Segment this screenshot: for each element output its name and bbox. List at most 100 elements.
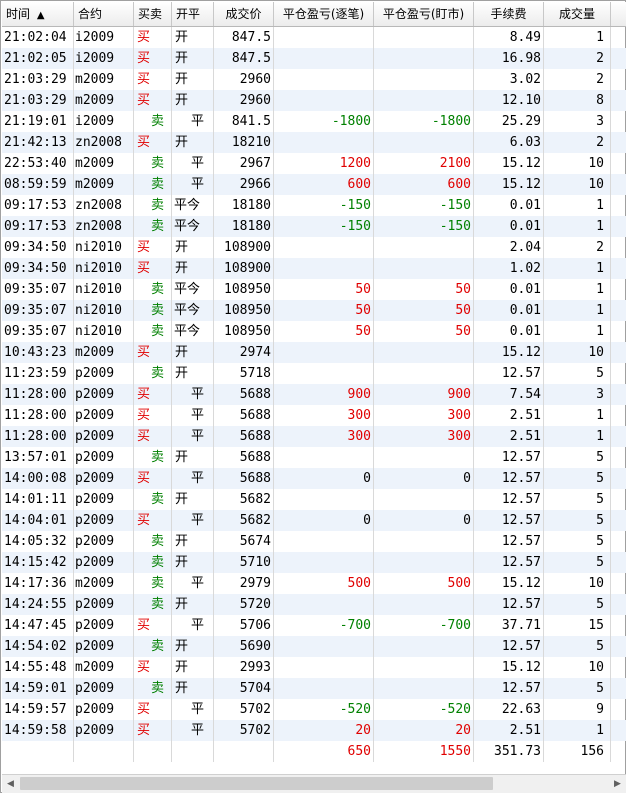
cell-fee: 25.29 <box>474 111 544 132</box>
col-header-volume[interactable]: 成交量 <box>544 2 611 26</box>
table-row[interactable]: 21:02:05 i2009 买开 847.5 16.98 2 <box>2 48 626 69</box>
scroll-left-icon[interactable]: ◀ <box>2 775 19 793</box>
cell-pnl1 <box>274 657 374 678</box>
cell-bs: 买 <box>134 615 172 636</box>
col-header-buysell[interactable]: 买卖 <box>134 2 172 26</box>
cell-pnl2: 900 <box>374 384 474 405</box>
table-row[interactable]: 09:35:07 ni2010 卖平今 108950 50 50 0.01 1 <box>2 300 626 321</box>
scroll-right-icon[interactable]: ▶ <box>609 775 626 793</box>
cell-time: 14:59:57 <box>2 699 74 720</box>
cell-time: 21:03:29 <box>2 90 74 111</box>
cell-pnl2: 50 <box>374 321 474 342</box>
table-row[interactable]: 14:54:02 p2009 卖开 5690 12.57 5 <box>2 636 626 657</box>
scrollbar-thumb[interactable] <box>20 777 493 790</box>
col-header-pnl-market[interactable]: 平仓盈亏(盯市) <box>374 2 474 26</box>
col-header-label: 时间 <box>6 7 31 21</box>
col-header-pnl-trade[interactable]: 平仓盈亏(逐笔) <box>274 2 374 26</box>
cell-contract: i2009 <box>74 111 134 132</box>
table-row[interactable]: 21:03:29 m2009 买开 2960 12.10 8 <box>2 90 626 111</box>
col-header-contract[interactable]: 合约 <box>74 2 134 26</box>
cell-bs: 买 <box>134 27 172 48</box>
table-row[interactable]: 11:28:00 p2009 买平 5688 300 300 2.51 1 <box>2 426 626 447</box>
table-row[interactable]: 09:35:07 ni2010 卖平今 108950 50 50 0.01 1 <box>2 279 626 300</box>
table-row[interactable]: 11:28:00 p2009 买平 5688 900 900 7.54 3 <box>2 384 626 405</box>
cell-bs: 卖 <box>134 300 172 321</box>
cell-bs: 卖 <box>134 195 172 216</box>
cell-vol: 1 <box>544 27 611 48</box>
table-row[interactable]: 14:05:32 p2009 卖开 5674 12.57 5 <box>2 531 626 552</box>
table-row[interactable]: 13:57:01 p2009 卖开 5688 12.57 5 <box>2 447 626 468</box>
table-row[interactable]: 09:34:50 ni2010 买开 108900 2.04 2 <box>2 237 626 258</box>
table-row[interactable]: 21:03:29 m2009 买开 2960 3.02 2 <box>2 69 626 90</box>
col-header-label: 平仓盈亏(逐笔) <box>282 7 365 21</box>
cell-fee: 2.51 <box>474 720 544 741</box>
table-row[interactable]: 14:59:57 p2009 买平 5702 -520 -520 22.63 9 <box>2 699 626 720</box>
cell-fee: 2.51 <box>474 405 544 426</box>
table-row[interactable]: 14:04:01 p2009 买平 5682 0 0 12.57 5 <box>2 510 626 531</box>
col-header-price[interactable]: 成交价 <box>214 2 274 26</box>
cell-pnl2: 20 <box>374 720 474 741</box>
table-row[interactable]: 14:47:45 p2009 买平 5706 -700 -700 37.71 15 <box>2 615 626 636</box>
table-row[interactable]: 14:59:58 p2009 买平 5702 20 20 2.51 1 <box>2 720 626 741</box>
cell-time: 14:59:01 <box>2 678 74 699</box>
table-row[interactable]: 14:59:01 p2009 卖开 5704 12.57 5 <box>2 678 626 699</box>
cell-bs: 买 <box>134 90 172 111</box>
table-row[interactable]: 11:23:59 p2009 卖开 5718 12.57 5 <box>2 363 626 384</box>
cell-pnl2: 0 <box>374 468 474 489</box>
cell-fee: 12.57 <box>474 363 544 384</box>
table-row[interactable]: 22:53:40 m2009 卖平 2967 1200 2100 15.12 10 <box>2 153 626 174</box>
table-row[interactable]: 09:17:53 zn2008 卖平今 18180 -150 -150 0.01 1 <box>2 216 626 237</box>
col-header-time[interactable]: 时间 ▲ <box>2 2 74 26</box>
cell-pnl2 <box>374 342 474 363</box>
cell-vol: 5 <box>544 363 611 384</box>
table-row[interactable]: 21:42:13 zn2008 买开 18210 6.03 2 <box>2 132 626 153</box>
table-row[interactable]: 21:02:04 i2009 买开 847.5 8.49 1 <box>2 27 626 48</box>
cell-bs: 买 <box>134 720 172 741</box>
cell-bs: 卖 <box>134 111 172 132</box>
cell-pnl2: -150 <box>374 216 474 237</box>
table-row[interactable]: 09:34:50 ni2010 买开 108900 1.02 1 <box>2 258 626 279</box>
total-pnl1: 650 <box>274 741 374 762</box>
table-row[interactable]: 14:24:55 p2009 卖开 5720 12.57 5 <box>2 594 626 615</box>
cell-pnl1: 50 <box>274 279 374 300</box>
cell-fee: 0.01 <box>474 216 544 237</box>
table-row[interactable]: 14:55:48 m2009 买开 2993 15.12 10 <box>2 657 626 678</box>
cell-pnl1 <box>274 342 374 363</box>
cell-price: 108900 <box>214 258 274 279</box>
table-row[interactable]: 14:15:42 p2009 卖开 5710 12.57 5 <box>2 552 626 573</box>
table-row[interactable]: 09:17:53 zn2008 卖平今 18180 -150 -150 0.01 1 <box>2 195 626 216</box>
total-bs <box>134 741 172 762</box>
col-header-label: 开平 <box>176 7 201 21</box>
table-row[interactable]: 09:35:07 ni2010 卖平今 108950 50 50 0.01 1 <box>2 321 626 342</box>
table-row[interactable]: 14:00:08 p2009 买平 5688 0 0 12.57 5 <box>2 468 626 489</box>
cell-contract: zn2008 <box>74 195 134 216</box>
table-row[interactable]: 21:19:01 i2009 卖平 841.5 -1800 -1800 25.29 3 <box>2 111 626 132</box>
cell-contract: m2009 <box>74 174 134 195</box>
cell-contract: m2009 <box>74 657 134 678</box>
cell-pnl2: 300 <box>374 426 474 447</box>
cell-pnl2 <box>374 594 474 615</box>
cell-fee: 12.57 <box>474 489 544 510</box>
col-header-fee[interactable]: 手续费 <box>474 2 544 26</box>
table-row[interactable]: 10:43:23 m2009 买开 2974 15.12 10 <box>2 342 626 363</box>
cell-price: 2966 <box>214 174 274 195</box>
cell-oc: 开 <box>172 48 214 69</box>
cell-pnl1: 500 <box>274 573 374 594</box>
cell-oc: 平今 <box>172 321 214 342</box>
table-row[interactable]: 14:17:36 m2009 卖平 2979 500 500 15.12 10 <box>2 573 626 594</box>
cell-fee: 3.02 <box>474 69 544 90</box>
cell-bs: 卖 <box>134 279 172 300</box>
col-header-openclose[interactable]: 开平 <box>172 2 214 26</box>
cell-vol: 2 <box>544 48 611 69</box>
cell-contract: p2009 <box>74 510 134 531</box>
cell-time: 11:28:00 <box>2 405 74 426</box>
cell-pnl1 <box>274 48 374 69</box>
table-row[interactable]: 08:59:59 m2009 卖平 2966 600 600 15.12 10 <box>2 174 626 195</box>
table-row[interactable]: 14:01:11 p2009 卖开 5682 12.57 5 <box>2 489 626 510</box>
cell-pnl1: 600 <box>274 174 374 195</box>
cell-time: 21:02:04 <box>2 27 74 48</box>
cell-price: 5682 <box>214 510 274 531</box>
table-row[interactable]: 11:28:00 p2009 买平 5688 300 300 2.51 1 <box>2 405 626 426</box>
cell-contract: ni2010 <box>74 237 134 258</box>
horizontal-scrollbar[interactable]: ◀ ▶ <box>2 774 626 793</box>
